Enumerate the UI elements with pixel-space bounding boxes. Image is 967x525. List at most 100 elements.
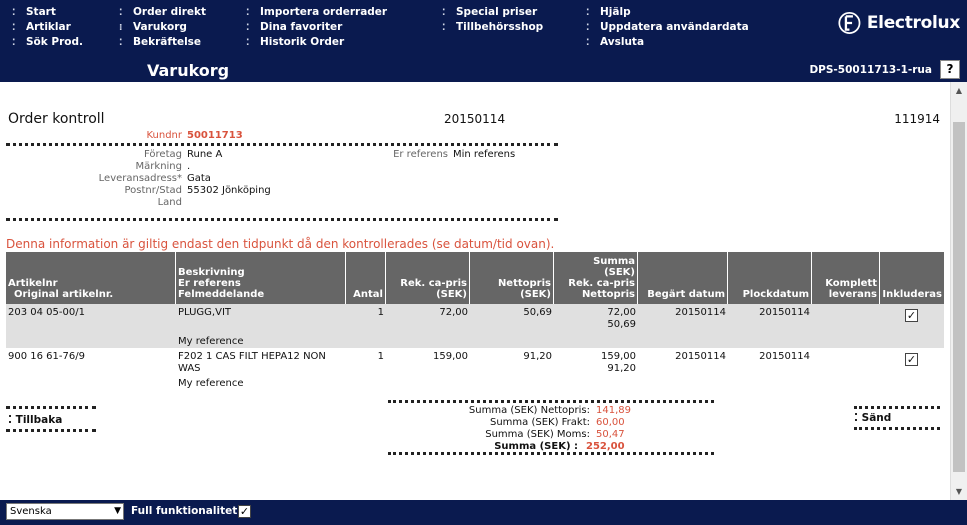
- nav-hjalp[interactable]: ⁚ Hjälp: [586, 5, 749, 20]
- top-header: ⁚ Start ⁚ Artiklar ⁚ Sök Prod. ⁚ Order direk…: [0, 0, 967, 82]
- row-begart-datum: 20150114: [675, 351, 726, 362]
- nav-artiklar[interactable]: ⁚ Artiklar: [12, 20, 83, 35]
- row-nettopris: 91,20: [523, 351, 552, 362]
- summa-nettopris-value: 141,89: [596, 405, 631, 416]
- nav-bullet-icon: ⁚: [246, 8, 250, 18]
- land-label: Land: [157, 197, 182, 208]
- leveransadress-label: Leveransadress*: [98, 173, 182, 184]
- nav-column-2: ⁚ Order direkt ⁞ Varukorg ⁚ Bekräftelse: [119, 5, 206, 50]
- markning-label: Märkning: [135, 161, 182, 172]
- brand-logo: Electrolux: [838, 8, 960, 38]
- summa-moms-label: Summa (SEK) Moms:: [485, 429, 590, 440]
- row-artikelnr: 203 04 05-00/1: [8, 307, 85, 318]
- leveransadress-value: Gata: [187, 173, 211, 184]
- row-beskrivning: PLUGG,VIT: [178, 307, 231, 318]
- nav-bullet-icon: ⁚: [442, 23, 446, 33]
- nav-importera-orderrader[interactable]: ⁚ Importera orderrader: [246, 5, 387, 20]
- full-functionality-label: Full funktionalitet:: [131, 505, 242, 517]
- nav-varukorg[interactable]: ⁞ Varukorg: [119, 20, 206, 35]
- nav-avsluta[interactable]: ⁚ Avsluta: [586, 35, 749, 50]
- nav-bullet-icon: ⁚: [442, 8, 446, 18]
- nav-uppdatera-anvandardata[interactable]: ⁚ Uppdatera användardata: [586, 20, 749, 35]
- col-header-beskrivning: Beskrivning Er referens Felmeddelande: [176, 252, 346, 304]
- nav-bullet-icon: ⁚: [119, 38, 123, 48]
- nav-bekraftelse[interactable]: ⁚ Bekräftelse: [119, 35, 206, 50]
- nav-order-direkt[interactable]: ⁚ Order direkt: [119, 5, 206, 20]
- main-content: Order kontroll 20150114 111914 Kundnr 50…: [0, 82, 950, 500]
- row-beskrivning: F202 1 CAS FILT HEPA12 NON WAS: [178, 351, 326, 374]
- nav-bullet-icon: ⁚: [246, 23, 250, 33]
- summa-total-value: 252,00: [586, 441, 625, 452]
- nav-bullet-icon: ⁚: [586, 23, 590, 33]
- summa-frakt-value: 60,00: [596, 417, 625, 428]
- nav-tillbehorsshop[interactable]: ⁚ Tillbehörsshop: [442, 20, 543, 35]
- nav-bullet-icon: ⁚: [12, 8, 16, 18]
- row-begart-datum: 20150114: [675, 307, 726, 318]
- page-title: Varukorg: [147, 61, 230, 80]
- nav-bullet-icon: ⁚: [12, 38, 16, 48]
- divider-dots: [6, 218, 558, 221]
- vertical-scrollbar[interactable]: ▲ ▼: [950, 82, 967, 500]
- scroll-up-arrow-icon[interactable]: ▲: [951, 82, 967, 99]
- er-referens-label: Er referens: [393, 149, 448, 160]
- brand-name: Electrolux: [866, 13, 960, 33]
- back-bullet-icon: ⁚: [8, 414, 16, 426]
- back-button[interactable]: ⁚ Tillbaka: [8, 414, 62, 426]
- validity-warning: Denna information är giltig endast den t…: [6, 237, 555, 251]
- summa-total-label: Summa (SEK) :: [494, 441, 578, 452]
- divider-dots: [854, 427, 940, 430]
- include-checkbox[interactable]: ✓: [905, 353, 918, 366]
- col-header-komplett-leverans: Komplett leverans: [812, 252, 880, 304]
- row-plockdatum: 20150114: [759, 307, 810, 318]
- scrollbar-thumb[interactable]: [953, 122, 965, 472]
- col-header-antal: Antal: [346, 252, 386, 304]
- table-row: 203 04 05-00/1 PLUGG,VIT 1 72,00 50,69 7…: [6, 304, 944, 348]
- document-id: DPS-50011713-1-rua: [809, 64, 932, 76]
- col-header-begart-datum: Begärt datum: [638, 252, 728, 304]
- er-referens-value: Min referens: [453, 149, 516, 160]
- divider-dots: [6, 143, 558, 146]
- nav-column-3: ⁚ Importera orderrader ⁚ Dina favoriter ⁚ H…: [246, 5, 387, 50]
- nav-start[interactable]: ⁚ Start: [12, 5, 83, 20]
- col-header-plockdatum: Plockdatum: [728, 252, 812, 304]
- help-button[interactable]: ?: [940, 60, 960, 79]
- kundnr-label: Kundnr: [146, 130, 182, 141]
- row-summa-netto: 50,69: [607, 319, 636, 330]
- col-header-inkluderas: Inkluderas: [880, 252, 944, 304]
- send-button[interactable]: ⁚ Sänd: [854, 412, 891, 424]
- divider-dots: [388, 400, 714, 403]
- nav-bullet-active-icon: ⁞: [119, 23, 123, 33]
- electrolux-logo-icon: [838, 12, 861, 34]
- col-header-summa: Summa (SEK) Rek. ca-pris Nettopris: [554, 252, 638, 304]
- row-nettopris: 50,69: [523, 307, 552, 318]
- nav-dina-favoriter[interactable]: ⁚ Dina favoriter: [246, 20, 387, 35]
- nav-special-priser[interactable]: ⁚ Special priser: [442, 5, 543, 20]
- footer-bar: Svenska ▼ Full funktionalitet: ✓: [0, 500, 967, 525]
- nav-historik-order[interactable]: ⁚ Historik Order: [246, 35, 387, 50]
- chevron-down-icon: ▼: [114, 506, 121, 516]
- kundnr-value: 50011713: [187, 130, 243, 141]
- language-select[interactable]: Svenska ▼: [6, 503, 124, 520]
- row-summa-rek: 159,00: [601, 351, 636, 362]
- nav-column-5: ⁚ Hjälp ⁚ Uppdatera användardata ⁚ Avsluta: [586, 5, 749, 50]
- col-header-artikelnr: Artikelnr Original artikelnr.: [6, 252, 176, 304]
- summa-moms-value: 50,47: [596, 429, 625, 440]
- nav-bullet-icon: ⁚: [586, 38, 590, 48]
- scroll-down-arrow-icon[interactable]: ▼: [951, 483, 967, 500]
- full-functionality-checkbox[interactable]: ✓: [238, 505, 251, 518]
- row-plockdatum: 20150114: [759, 351, 810, 362]
- include-checkbox[interactable]: ✓: [905, 309, 918, 322]
- row-artikelnr: 900 16 61-76/9: [8, 351, 85, 362]
- divider-dots: [854, 406, 940, 409]
- row-rek-pris: 72,00: [439, 307, 468, 318]
- nav-bullet-icon: ⁚: [12, 23, 16, 33]
- nav-sok-prod[interactable]: ⁚ Sök Prod.: [12, 35, 83, 50]
- summa-frakt-label: Summa (SEK) Frakt:: [489, 417, 590, 428]
- foretag-label: Företag: [144, 149, 182, 160]
- divider-dots: [388, 452, 714, 455]
- nav-bullet-icon: ⁚: [246, 38, 250, 48]
- nav-bullet-icon: ⁚: [586, 8, 590, 18]
- col-header-rek-pris: Rek. ca-pris (SEK): [386, 252, 470, 304]
- send-bullet-icon: ⁚: [854, 412, 862, 424]
- col-header-nettopris: Nettopris (SEK): [470, 252, 554, 304]
